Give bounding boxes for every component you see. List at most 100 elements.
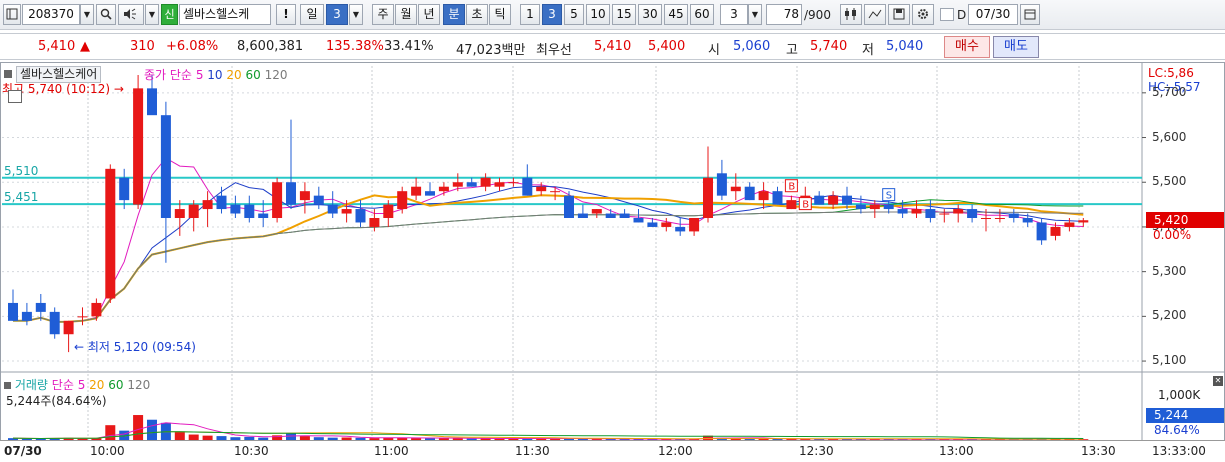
candle — [633, 218, 644, 223]
price-scale-label: 5,600 — [1152, 129, 1187, 144]
period-month-button[interactable]: 월 — [395, 4, 417, 25]
time-label: 11:30 — [515, 444, 550, 458]
interval-60-button[interactable]: 60 — [690, 4, 714, 25]
period-day-button[interactable]: 일 — [300, 4, 324, 25]
high-label: 고 — [786, 43, 798, 58]
interval-10-button[interactable]: 10 — [586, 4, 610, 25]
high-price: 5,740 — [810, 39, 848, 54]
candle — [953, 209, 964, 214]
candle — [536, 186, 547, 192]
volume-ratio: 135.38% — [326, 39, 384, 54]
time-label: 13:00 — [939, 444, 974, 458]
interval-15-button[interactable]: 15 — [612, 4, 636, 25]
line2-label: 5,451 — [4, 190, 39, 204]
interval-30-button[interactable]: 30 — [638, 4, 662, 25]
chart-menu-icon[interactable] — [4, 70, 12, 78]
candle — [494, 182, 505, 187]
interval-5-button[interactable]: 5 — [564, 4, 584, 25]
time-label: 10:00 — [90, 444, 125, 458]
credit-badge: 신 — [161, 4, 178, 25]
candle — [1008, 213, 1019, 218]
calendar-icon[interactable] — [1020, 4, 1040, 25]
d-checkbox[interactable] — [940, 8, 954, 21]
low-annotation-text: 최저 5,120 (09:54) — [87, 340, 196, 354]
alert-button[interactable]: ! — [276, 4, 296, 25]
candle — [105, 168, 116, 299]
candle — [216, 195, 227, 210]
period-week-button[interactable]: 주 — [372, 4, 394, 25]
candle — [286, 182, 296, 205]
candle — [327, 204, 338, 214]
time-label: 10:30 — [234, 444, 269, 458]
interval-input[interactable]: 3 — [720, 4, 748, 25]
volume-legend-prefix: 단순 — [51, 378, 74, 392]
code-dropdown-button[interactable]: ▼ — [80, 4, 94, 25]
chart-type-icon[interactable] — [3, 4, 21, 25]
speaker-icon[interactable] — [118, 4, 144, 25]
volume-legend-label: 거래량 — [14, 378, 48, 392]
interval-1-button[interactable]: 1 — [520, 4, 540, 25]
candle — [77, 316, 88, 318]
candle — [411, 186, 422, 196]
candle — [522, 177, 533, 196]
candle — [550, 191, 561, 193]
candle — [1064, 222, 1075, 227]
candle — [230, 204, 241, 214]
candle — [939, 213, 950, 215]
vol-ma60-legend: 60 — [108, 378, 124, 392]
candle — [160, 115, 171, 218]
candle — [661, 222, 672, 227]
chart-stock-tab-label: 셀바스헬스케어 — [20, 67, 98, 81]
candle — [91, 302, 102, 317]
gear-icon[interactable] — [912, 4, 934, 25]
crosshair-icon[interactable] — [864, 4, 886, 25]
candle — [174, 209, 185, 218]
candle — [508, 182, 519, 184]
search-icon[interactable] — [96, 4, 116, 25]
count-input[interactable]: 78 — [766, 4, 802, 25]
candle-settings-icon[interactable] — [840, 4, 862, 25]
time-label: 12:30 — [799, 444, 834, 458]
speaker-dropdown-button[interactable]: ▼ — [145, 4, 159, 25]
d-label: D — [957, 8, 967, 22]
low-price: 5,040 — [886, 39, 924, 54]
period-year-button[interactable]: 년 — [418, 4, 440, 25]
candle — [272, 182, 283, 218]
buy-marker-label: B — [802, 200, 809, 211]
stock-code-input[interactable]: 208370 — [22, 4, 80, 25]
interval-3-button[interactable]: 3 — [542, 4, 562, 25]
candle — [869, 204, 880, 210]
open-label: 시 — [708, 43, 720, 58]
candle — [258, 213, 269, 218]
period-day-count[interactable]: 3 — [326, 4, 348, 25]
interval-45-button[interactable]: 45 — [664, 4, 688, 25]
price-volume-chart[interactable]: BB S — [0, 62, 1225, 462]
volume-pct-tag: 84.64% — [1154, 423, 1200, 437]
stock-name-field[interactable]: 셀바스헬스케 — [179, 4, 271, 25]
sell-button[interactable]: 매도 — [993, 36, 1039, 58]
chart-toggle-icon[interactable] — [8, 90, 22, 103]
candle — [1036, 222, 1047, 241]
date-input[interactable]: 07/30 — [968, 4, 1018, 25]
close-volume-icon[interactable]: ✕ — [1213, 376, 1223, 386]
volume-menu-icon[interactable] — [4, 382, 11, 389]
period-dropdown-button[interactable]: ▼ — [349, 4, 363, 25]
sell-marker-label: S — [886, 191, 892, 202]
ma60-legend: 60 — [245, 68, 261, 82]
ma20-line — [13, 194, 1084, 323]
period-minute-button[interactable]: 분 — [443, 4, 465, 25]
ma120-line — [13, 211, 1084, 323]
save-icon[interactable] — [888, 4, 910, 25]
buy-button[interactable]: 매수 — [944, 36, 990, 58]
candle — [313, 195, 324, 205]
buy-marker-label: B — [788, 182, 795, 193]
best-quote-label: 최우선 — [536, 43, 572, 58]
line1-label: 5,510 — [4, 164, 39, 178]
candle — [772, 191, 783, 205]
chart-toolbar: 208370 ▼ ▼ 신 셀바스헬스케 ! 일 3 ▼ 주 월 년 분 초 틱 … — [0, 0, 1225, 30]
candle — [716, 173, 727, 196]
period-second-button[interactable]: 초 — [466, 4, 488, 25]
period-tick-button[interactable]: 틱 — [489, 4, 511, 25]
current-price: 5,410 — [38, 39, 76, 54]
interval-dropdown-button[interactable]: ▼ — [748, 4, 762, 25]
